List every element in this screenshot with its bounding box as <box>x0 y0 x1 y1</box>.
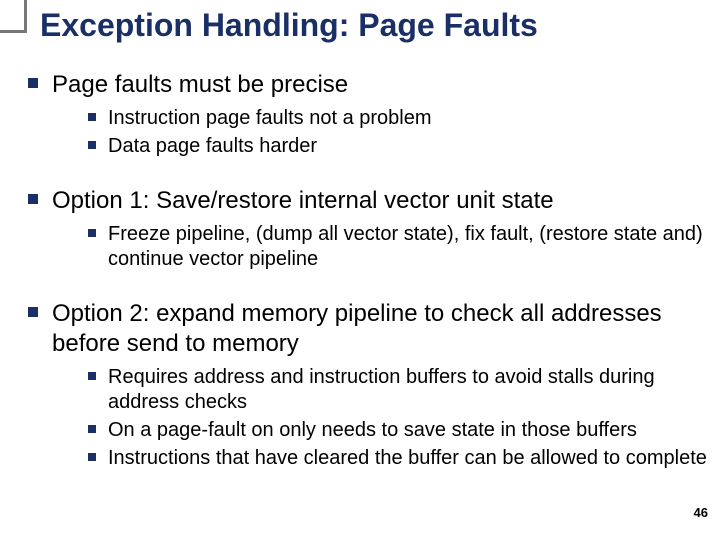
bullet-level2: On a page-fault on only needs to save st… <box>88 418 710 443</box>
bullet-level2: Instruction page faults not a problem <box>88 106 710 131</box>
bullet-text: Data page faults harder <box>108 134 710 159</box>
slide-content: Page faults must be precise Instruction … <box>10 60 710 530</box>
square-bullet-icon <box>28 194 38 204</box>
bullet-text: On a page-fault on only needs to save st… <box>108 418 710 443</box>
bullet-text: Instruction page faults not a problem <box>108 106 710 131</box>
bullet-level2: Requires address and instruction buffers… <box>88 365 710 415</box>
bullet-text: Freeze pipeline, (dump all vector state)… <box>108 222 710 272</box>
square-bullet-icon <box>28 307 38 317</box>
bullet-level2: Data page faults harder <box>88 134 710 159</box>
bullet-level1: Page faults must be precise <box>28 70 710 100</box>
bullet-text: Page faults must be precise <box>52 70 710 100</box>
slide-title: Exception Handling: Page Faults <box>40 8 710 43</box>
page-number: 46 <box>694 505 708 520</box>
square-bullet-icon <box>88 141 96 149</box>
bullet-level1: Option 1: Save/restore internal vector u… <box>28 186 710 216</box>
bullet-text: Option 2: expand memory pipeline to chec… <box>52 299 710 359</box>
bullet-text: Instructions that have cleared the buffe… <box>108 446 710 471</box>
square-bullet-icon <box>88 229 96 237</box>
bullet-level2: Instructions that have cleared the buffe… <box>88 446 710 471</box>
square-bullet-icon <box>88 425 96 433</box>
slide: Exception Handling: Page Faults Page fau… <box>0 0 720 540</box>
bullet-level1: Option 2: expand memory pipeline to chec… <box>28 299 710 359</box>
corner-decoration <box>0 0 27 33</box>
bullet-level2: Freeze pipeline, (dump all vector state)… <box>88 222 710 272</box>
square-bullet-icon <box>88 372 96 380</box>
square-bullet-icon <box>88 113 96 121</box>
square-bullet-icon <box>88 453 96 461</box>
square-bullet-icon <box>28 78 38 88</box>
bullet-text: Option 1: Save/restore internal vector u… <box>52 186 710 216</box>
bullet-text: Requires address and instruction buffers… <box>108 365 710 415</box>
